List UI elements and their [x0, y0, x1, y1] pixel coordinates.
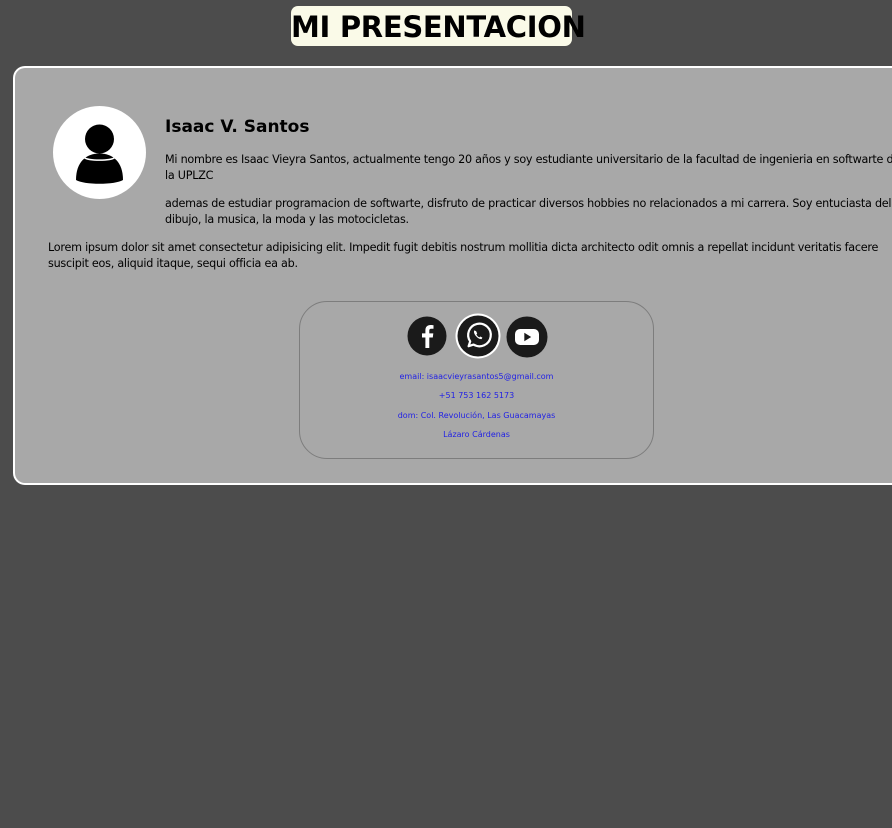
- facebook-link[interactable]: [407, 316, 447, 356]
- contact-email-link[interactable]: email: isaacvieyrasantos5@gmail.com: [300, 372, 653, 381]
- bio-paragraph-2: ademas de estudiar programacion de softw…: [165, 197, 892, 226]
- avatar: [53, 106, 146, 199]
- youtube-icon: [506, 316, 548, 358]
- bio-paragraph-1: Mi nombre es Isaac Vieyra Santos, actual…: [165, 153, 892, 182]
- whatsapp-link[interactable]: [455, 313, 501, 359]
- facebook-icon: [407, 316, 447, 356]
- bio-paragraph-3: Lorem ipsum dolor sit amet consectetur a…: [48, 241, 879, 270]
- profile-card: Isaac V. Santos Mi nombre es Isaac Vieyr…: [13, 66, 892, 485]
- page: MI PRESENTACION Isaac V. Santos Mi nombr…: [0, 0, 892, 828]
- contact-address-line-1[interactable]: dom: Col. Revolución, Las Guacamayas: [300, 411, 653, 420]
- user-silhouette-icon: [76, 124, 123, 184]
- contact-box: email: isaacvieyrasantos5@gmail.com +51 …: [299, 301, 654, 459]
- youtube-link[interactable]: [506, 316, 548, 358]
- contact-phone-link[interactable]: +51 753 162 5173: [300, 391, 653, 400]
- contact-address-line-2[interactable]: Lázaro Cárdenas: [300, 430, 653, 439]
- whatsapp-icon: [455, 313, 501, 359]
- page-title: MI PRESENTACION: [291, 6, 586, 46]
- profile-name: Isaac V. Santos: [165, 117, 310, 137]
